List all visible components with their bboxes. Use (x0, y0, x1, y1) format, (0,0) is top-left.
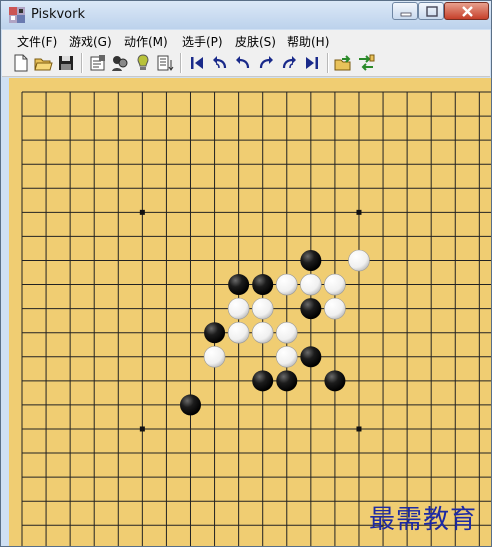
title-bar[interactable]: Piskvork (1, 1, 491, 29)
menu-players[interactable]: 选手(P) (182, 33, 223, 50)
players-icon[interactable] (110, 53, 130, 73)
black-stone (179, 394, 201, 416)
minimize-icon (400, 12, 412, 17)
menu-skin[interactable]: 皮肤(S) (235, 33, 276, 50)
settings-icon[interactable] (88, 53, 108, 73)
black-stone (228, 274, 250, 296)
game-board[interactable] (9, 78, 491, 546)
first-move-icon[interactable] (187, 53, 207, 73)
menu-help[interactable]: 帮助(H) (287, 33, 329, 50)
white-stone (300, 273, 322, 296)
white-stone (203, 345, 226, 368)
new-file-icon[interactable] (11, 53, 31, 73)
black-stone (324, 370, 346, 392)
black-stone (300, 346, 322, 368)
white-stone (275, 345, 298, 368)
black-stone (252, 274, 274, 296)
undo-multi-icon[interactable] (210, 53, 230, 73)
toolbar-separator (327, 53, 329, 73)
white-stone (227, 321, 250, 344)
white-stone (324, 273, 346, 296)
white-stone (348, 249, 370, 272)
menu-file[interactable]: 文件(F) (17, 33, 57, 50)
maximize-button[interactable] (418, 2, 444, 20)
close-button[interactable] (444, 2, 489, 20)
star-point (356, 209, 362, 215)
black-stone (204, 322, 226, 344)
open-engine-icon[interactable] (333, 53, 353, 73)
black-stone (300, 249, 322, 271)
menu-game[interactable]: 游戏(G) (69, 33, 112, 50)
close-icon (462, 6, 473, 17)
star-point (139, 209, 145, 215)
redo-icon[interactable] (256, 53, 276, 73)
last-move-icon[interactable] (302, 53, 322, 73)
undo-icon[interactable] (233, 53, 253, 73)
toolbar-separator (180, 53, 182, 73)
white-stone (251, 321, 274, 344)
menu-bar: 文件(F) 游戏(G) 动作(M) 选手(P) 皮肤(S) 帮助(H) (2, 30, 490, 50)
swap-engine-icon[interactable] (356, 53, 376, 73)
menu-move[interactable]: 动作(M) (124, 33, 168, 50)
white-stone (324, 297, 346, 320)
toolbar (2, 50, 490, 77)
toolbar-separator (81, 53, 83, 73)
log-icon[interactable] (155, 53, 175, 73)
black-stone (276, 370, 298, 392)
black-stone (252, 370, 274, 392)
star-point (356, 426, 362, 432)
save-disk-icon[interactable] (56, 53, 76, 73)
black-stone (300, 298, 322, 320)
star-point (139, 426, 145, 432)
window-title: Piskvork (31, 7, 85, 22)
minimize-button[interactable] (392, 2, 418, 20)
white-stone (275, 273, 298, 296)
white-stone (251, 297, 274, 320)
app-icon (9, 7, 25, 23)
maximize-icon (426, 6, 438, 17)
open-folder-icon[interactable] (33, 53, 53, 73)
hint-bulb-icon[interactable] (133, 53, 153, 73)
app-window: Piskvork 文件(F) 游戏(G) 动作(M) 选手(P) 皮肤(S) 帮… (0, 0, 492, 547)
white-stone (275, 321, 298, 344)
watermark: 最需教育 (369, 505, 478, 535)
white-stone (227, 297, 250, 320)
board-grid[interactable] (9, 78, 491, 546)
redo-multi-icon[interactable] (279, 53, 299, 73)
